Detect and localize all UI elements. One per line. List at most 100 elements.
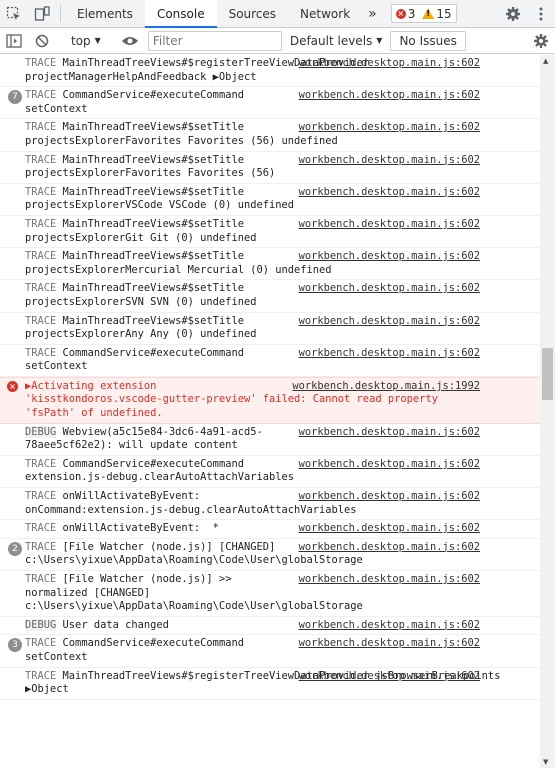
log-level-label: TRACE [25, 250, 57, 263]
live-expression-eye-icon[interactable] [116, 27, 144, 54]
log-level-label: TRACE [25, 490, 57, 503]
log-level-label: TRACE [25, 89, 57, 102]
more-tabs-button[interactable]: » [362, 0, 383, 27]
console-entry: TRACE onWillActivateByEvent: workbench.de… [0, 488, 540, 521]
log-message[interactable]: ▶Object [25, 683, 69, 695]
log-line: 78aee5cf62e2): will update content [25, 439, 510, 453]
log-line: extension.js-debug.clearAutoAttachVariab… [25, 471, 510, 485]
log-message: projectsExplorerVSCode VSCode (0) undefi… [25, 199, 294, 212]
clear-console-icon[interactable] [28, 27, 56, 54]
source-link[interactable]: workbench.desktop.main.js:602 [299, 573, 480, 587]
tab-sources[interactable]: Sources [217, 0, 288, 27]
issue-counter[interactable]: × 3 ! 15 [390, 4, 457, 23]
log-message: MainThreadTreeViews#$setTitle [62, 314, 244, 327]
console-entry: TRACE CommandService#executeCommand workb… [0, 456, 540, 489]
log-level-label: TRACE [25, 457, 57, 470]
log-line: TRACE MainThreadTreeViews#$setTitle workb… [25, 154, 510, 168]
device-toolbar-icon[interactable] [28, 0, 56, 27]
log-level-label: TRACE [25, 669, 57, 682]
log-line: ▶Object [25, 683, 510, 697]
source-link[interactable]: workbench.desktop.main.js:602 [299, 282, 480, 296]
console-settings-gear-icon[interactable] [527, 33, 555, 49]
log-levels-dropdown[interactable]: Default levels ▼ [290, 34, 383, 48]
console-entry: TRACE onWillActivateByEvent: * workbench.… [0, 520, 540, 539]
console-log: TRACE MainThreadTreeViews#$registerTreeV… [0, 55, 540, 768]
tab-console[interactable]: Console [144, 0, 217, 28]
console-entry: DEBUG User data changed workbench.desktop… [0, 617, 540, 636]
log-level-label: TRACE [25, 217, 57, 230]
log-line: projectsExplorerVSCode VSCode (0) undefi… [25, 199, 510, 213]
log-level-label: TRACE [25, 346, 57, 359]
issues-button[interactable]: No Issues [390, 30, 466, 51]
console-entry: TRACE MainThreadTreeViews#$setTitle workb… [0, 280, 540, 313]
source-link[interactable]: workbench.desktop.main.js:602 [299, 670, 480, 684]
inspect-element-icon[interactable] [0, 0, 28, 27]
log-level-label: TRACE [25, 153, 57, 166]
source-link[interactable]: workbench.desktop.main.js:602 [299, 315, 480, 329]
source-link[interactable]: workbench.desktop.main.js:602 [299, 458, 480, 472]
console-toolbar: top ▼ Default levels ▼ No Issues [0, 28, 555, 54]
log-message: MainThreadTreeViews#$setTitle [62, 121, 244, 134]
more-options-icon[interactable] [527, 0, 555, 27]
scrollbar-thumb[interactable] [542, 348, 553, 400]
log-message: setContext [25, 360, 88, 373]
settings-gear-icon[interactable] [499, 0, 527, 27]
chevron-down-icon: ▼ [376, 36, 383, 45]
log-message: 78aee5cf62e2): will update content [25, 439, 238, 452]
console-entry: TRACE MainThreadTreeViews#$registerTreeV… [0, 668, 540, 700]
source-link[interactable]: workbench.desktop.main.js:602 [299, 250, 480, 264]
log-line: TRACE MainThreadTreeViews#$setTitle workb… [25, 250, 510, 264]
console-entry: 7 TRACE CommandService#executeCommand work… [0, 87, 540, 120]
log-line: projectsExplorerSVN SVN (0) undefined [25, 296, 510, 310]
log-line: TRACE MainThreadTreeViews#$setTitle workb… [25, 186, 510, 200]
log-level-label: TRACE [25, 121, 57, 134]
source-link[interactable]: workbench.desktop.main.js:602 [299, 347, 480, 361]
log-line: TRACE CommandService#executeCommand workb… [25, 458, 510, 472]
source-link[interactable]: workbench.desktop.main.js:602 [299, 121, 480, 135]
log-level-label: TRACE [25, 573, 57, 585]
source-link[interactable]: workbench.desktop.main.js:602 [299, 426, 480, 440]
source-link[interactable]: workbench.desktop.main.js:602 [299, 522, 480, 536]
source-link[interactable]: workbench.desktop.main.js:602 [299, 619, 480, 633]
console-entry: TRACE MainThreadTreeViews#$setTitle workb… [0, 119, 540, 152]
source-link[interactable]: workbench.desktop.main.js:602 [299, 154, 480, 168]
context-selector[interactable]: top ▼ [65, 34, 107, 48]
log-line: normalized [CHANGED] [25, 587, 510, 601]
scroll-up-icon[interactable]: ▲ [543, 57, 548, 65]
log-level-label: TRACE [25, 522, 57, 535]
log-message: projectsExplorerMercurial Mercurial (0) … [25, 263, 332, 276]
tab-elements[interactable]: Elements [65, 0, 145, 27]
log-level-label: DEBUG [25, 618, 57, 631]
log-line: TRACE MainThreadTreeViews#$setTitle workb… [25, 121, 510, 135]
warning-count: 15 [436, 6, 452, 21]
log-message: User data changed [62, 618, 169, 631]
filter-input[interactable] [147, 30, 282, 51]
tab-network[interactable]: Network [288, 0, 362, 27]
source-link[interactable]: workbench.desktop.main.js:602 [299, 218, 480, 232]
source-link[interactable]: workbench.desktop.main.js:1992 [292, 380, 480, 394]
source-link[interactable]: workbench.desktop.main.js:602 [299, 89, 480, 103]
log-line: 'kisstkondoros.vscode-gutter-preview' fa… [25, 393, 510, 407]
log-level-label: TRACE [25, 314, 57, 327]
source-link[interactable]: workbench.desktop.main.js:602 [299, 637, 480, 651]
console-scrollbar[interactable]: ▲ ▼ [540, 55, 555, 768]
log-message[interactable]: projectManagerHelpAndFeedback ▶Object [25, 71, 256, 83]
log-line: TRACE [File Watcher (node.js)] [CHANGED]… [25, 541, 510, 555]
log-message: CommandService#executeCommand [62, 89, 244, 102]
log-message: projectsExplorerSVN SVN (0) undefined [25, 295, 257, 308]
source-link[interactable]: workbench.desktop.main.js:602 [299, 541, 480, 555]
log-line: c:\Users\yixue\AppData\Roaming\Code\User… [25, 600, 510, 614]
scroll-down-icon[interactable]: ▼ [543, 758, 548, 766]
log-message: CommandService#executeCommand [62, 457, 244, 470]
log-line: projectsExplorerAny Any (0) undefined [25, 328, 510, 342]
source-link[interactable]: workbench.desktop.main.js:602 [299, 490, 480, 504]
source-link[interactable]: workbench.desktop.main.js:602 [299, 57, 480, 71]
log-message[interactable]: ▶Activating extension [25, 380, 156, 392]
show-sidebar-icon[interactable] [0, 27, 28, 54]
log-line: TRACE CommandService#executeCommand workb… [25, 347, 510, 361]
error-icon: × [7, 380, 18, 392]
log-message: c:\Users\yixue\AppData\Roaming\Code\User… [25, 600, 363, 613]
console-entry: 2 TRACE [File Watcher (node.js)] [CHANGED… [0, 539, 540, 571]
source-link[interactable]: workbench.desktop.main.js:602 [299, 186, 480, 200]
log-line: TRACE MainThreadTreeViews#$registerTreeV… [25, 57, 510, 71]
